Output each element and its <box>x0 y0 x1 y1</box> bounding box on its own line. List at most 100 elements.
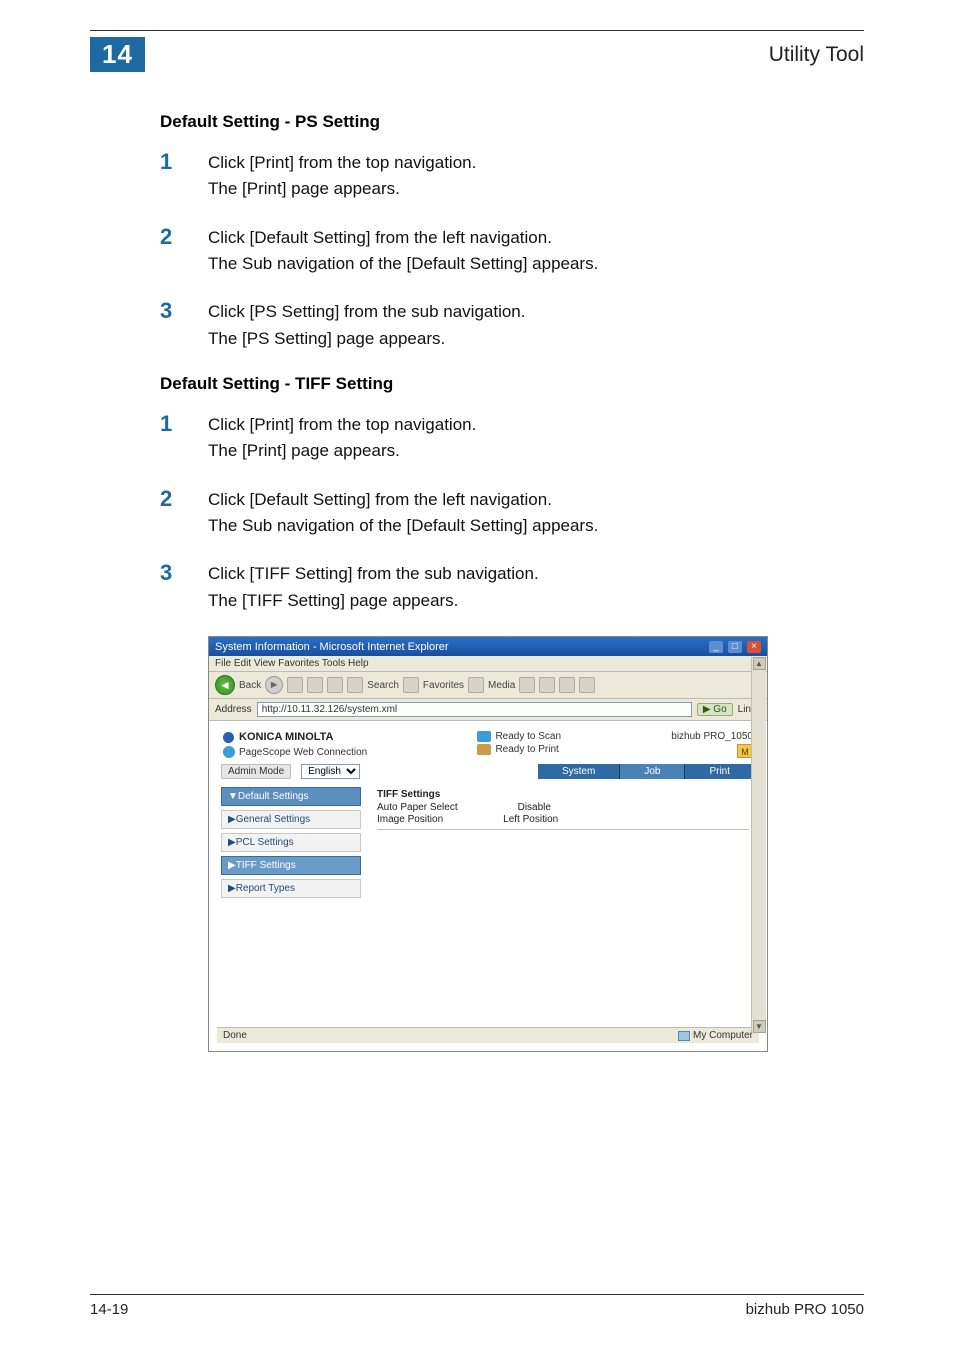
scanner-icon <box>477 731 491 742</box>
address-label: Address <box>215 704 252 715</box>
window-controls: _ □ × <box>707 640 761 653</box>
step-line: The Sub navigation of the [Default Setti… <box>208 513 598 539</box>
km-logo-icon <box>223 732 234 743</box>
subbrand-row: PageScope Web Connection <box>223 746 367 758</box>
step-row: 3 Click [PS Setting] from the sub naviga… <box>160 299 844 352</box>
page-header: 14 Utility Tool <box>90 37 864 72</box>
ie-titlebar: System Information - Microsoft Internet … <box>209 637 767 656</box>
step-body: Click [Print] from the top navigation. T… <box>208 150 476 203</box>
top-tabs: System Job Print <box>538 764 755 779</box>
media-label[interactable]: Media <box>488 680 515 691</box>
tab-job[interactable]: Job <box>620 764 685 779</box>
stop-icon[interactable] <box>287 677 303 693</box>
forward-icon[interactable]: ► <box>265 676 283 694</box>
step-line: Click [Print] from the top navigation. <box>208 412 476 438</box>
statusbar-right: My Computer <box>678 1030 753 1041</box>
history-icon[interactable] <box>519 677 535 693</box>
mail-icon[interactable] <box>539 677 555 693</box>
step-row: 3 Click [TIFF Setting] from the sub navi… <box>160 561 844 614</box>
chapter-number: 14 <box>90 37 145 72</box>
globe-icon <box>223 746 235 758</box>
step-line: Click [Print] from the top navigation. <box>208 150 476 176</box>
minimize-icon[interactable]: _ <box>709 641 723 653</box>
embedded-screenshot: System Information - Microsoft Internet … <box>208 636 768 1052</box>
ie-window-title: System Information - Microsoft Internet … <box>215 641 449 653</box>
top-rule <box>90 30 864 31</box>
favorites-icon[interactable] <box>403 677 419 693</box>
printer-status: Ready to Scan Ready to Print <box>477 731 561 755</box>
refresh-icon[interactable] <box>307 677 323 693</box>
favorites-label[interactable]: Favorites <box>423 680 464 691</box>
search-label[interactable]: Search <box>367 680 399 691</box>
brand-row: KONICA MINOLTA <box>223 731 367 743</box>
ie-address-bar: Address http://10.11.32.126/system.xml ▶… <box>209 699 767 721</box>
search-icon[interactable] <box>347 677 363 693</box>
step-body: Click [Print] from the top navigation. T… <box>208 412 476 465</box>
ie-toolbar: ◄ Back ► Search Favorites Media <box>209 672 767 699</box>
mycomputer-icon <box>678 1031 690 1041</box>
left-nav: ▼Default Settings ▶General Settings ▶PCL… <box>221 787 361 898</box>
step-line: Click [Default Setting] from the left na… <box>208 487 598 513</box>
step-row: 2 Click [Default Setting] from the left … <box>160 225 844 278</box>
page-footer: 14-19 bizhub PRO 1050 <box>90 1294 864 1318</box>
step-body: Click [Default Setting] from the left na… <box>208 487 598 540</box>
step-number: 1 <box>160 150 208 203</box>
step-line: The Sub navigation of the [Default Setti… <box>208 251 598 277</box>
ie-menu-bar[interactable]: File Edit View Favorites Tools Help <box>209 656 767 672</box>
scrollbar[interactable]: ▲ ▼ <box>751 657 766 1033</box>
model-block: bizhub PRO_1050 M <box>671 731 753 758</box>
address-input[interactable]: http://10.11.32.126/system.xml <box>257 702 692 717</box>
step-line: The [Print] page appears. <box>208 176 476 202</box>
brand-text: KONICA MINOLTA <box>239 731 334 743</box>
step-number: 2 <box>160 225 208 278</box>
scroll-down-icon[interactable]: ▼ <box>753 1020 766 1033</box>
step-body: Click [TIFF Setting] from the sub naviga… <box>208 561 539 614</box>
step-line: The [TIFF Setting] page appears. <box>208 588 539 614</box>
nav-report-types[interactable]: ▶Report Types <box>221 879 361 898</box>
detail-value: Disable <box>518 802 551 813</box>
step-line: Click [TIFF Setting] from the sub naviga… <box>208 561 539 587</box>
detail-key: Auto Paper Select <box>377 802 458 813</box>
media-icon[interactable] <box>468 677 484 693</box>
close-icon[interactable]: × <box>747 641 761 653</box>
step-number: 1 <box>160 412 208 465</box>
maximize-icon[interactable]: □ <box>728 641 742 653</box>
step-line: The [PS Setting] page appears. <box>208 326 526 352</box>
back-label[interactable]: Back <box>239 680 261 691</box>
model-name: bizhub PRO_1050 <box>671 731 753 742</box>
print-icon[interactable] <box>559 677 575 693</box>
step-line: Click [PS Setting] from the sub navigati… <box>208 299 526 325</box>
detail-panel: TIFF Settings Auto Paper Select Disable … <box>371 787 755 898</box>
step-number: 3 <box>160 299 208 352</box>
statusbar-left: Done <box>223 1030 247 1041</box>
nav-tiff-settings[interactable]: ▶TIFF Settings <box>221 856 361 875</box>
tab-print[interactable]: Print <box>685 764 755 779</box>
admin-mode-button[interactable]: Admin Mode <box>221 764 291 779</box>
step-row: 1 Click [Print] from the top navigation.… <box>160 150 844 203</box>
detail-divider <box>377 829 749 830</box>
step-body: Click [Default Setting] from the left na… <box>208 225 598 278</box>
home-icon[interactable] <box>327 677 343 693</box>
language-select[interactable]: English <box>301 764 360 779</box>
status-print: Ready to Print <box>495 744 558 755</box>
tab-system[interactable]: System <box>538 764 620 779</box>
detail-key: Image Position <box>377 814 443 825</box>
step-line: Click [Default Setting] from the left na… <box>208 225 598 251</box>
go-button[interactable]: ▶ Go <box>697 703 733 716</box>
printer-icon <box>477 744 491 755</box>
back-icon[interactable]: ◄ <box>215 675 235 695</box>
section-heading-tiff: Default Setting - TIFF Setting <box>160 374 844 394</box>
nav-pcl-settings[interactable]: ▶PCL Settings <box>221 833 361 852</box>
pagescope-body: KONICA MINOLTA PageScope Web Connection … <box>209 721 767 1051</box>
step-body: Click [PS Setting] from the sub navigati… <box>208 299 526 352</box>
subbrand-text: PageScope Web Connection <box>239 747 367 758</box>
step-row: 2 Click [Default Setting] from the left … <box>160 487 844 540</box>
detail-title: TIFF Settings <box>377 789 749 800</box>
edit-icon[interactable] <box>579 677 595 693</box>
detail-value: Left Position <box>503 814 558 825</box>
nav-default-settings[interactable]: ▼Default Settings <box>221 787 361 806</box>
section-heading-ps: Default Setting - PS Setting <box>160 112 844 132</box>
nav-general-settings[interactable]: ▶General Settings <box>221 810 361 829</box>
mycomputer-label: My Computer <box>693 1030 753 1041</box>
scroll-up-icon[interactable]: ▲ <box>753 657 766 670</box>
